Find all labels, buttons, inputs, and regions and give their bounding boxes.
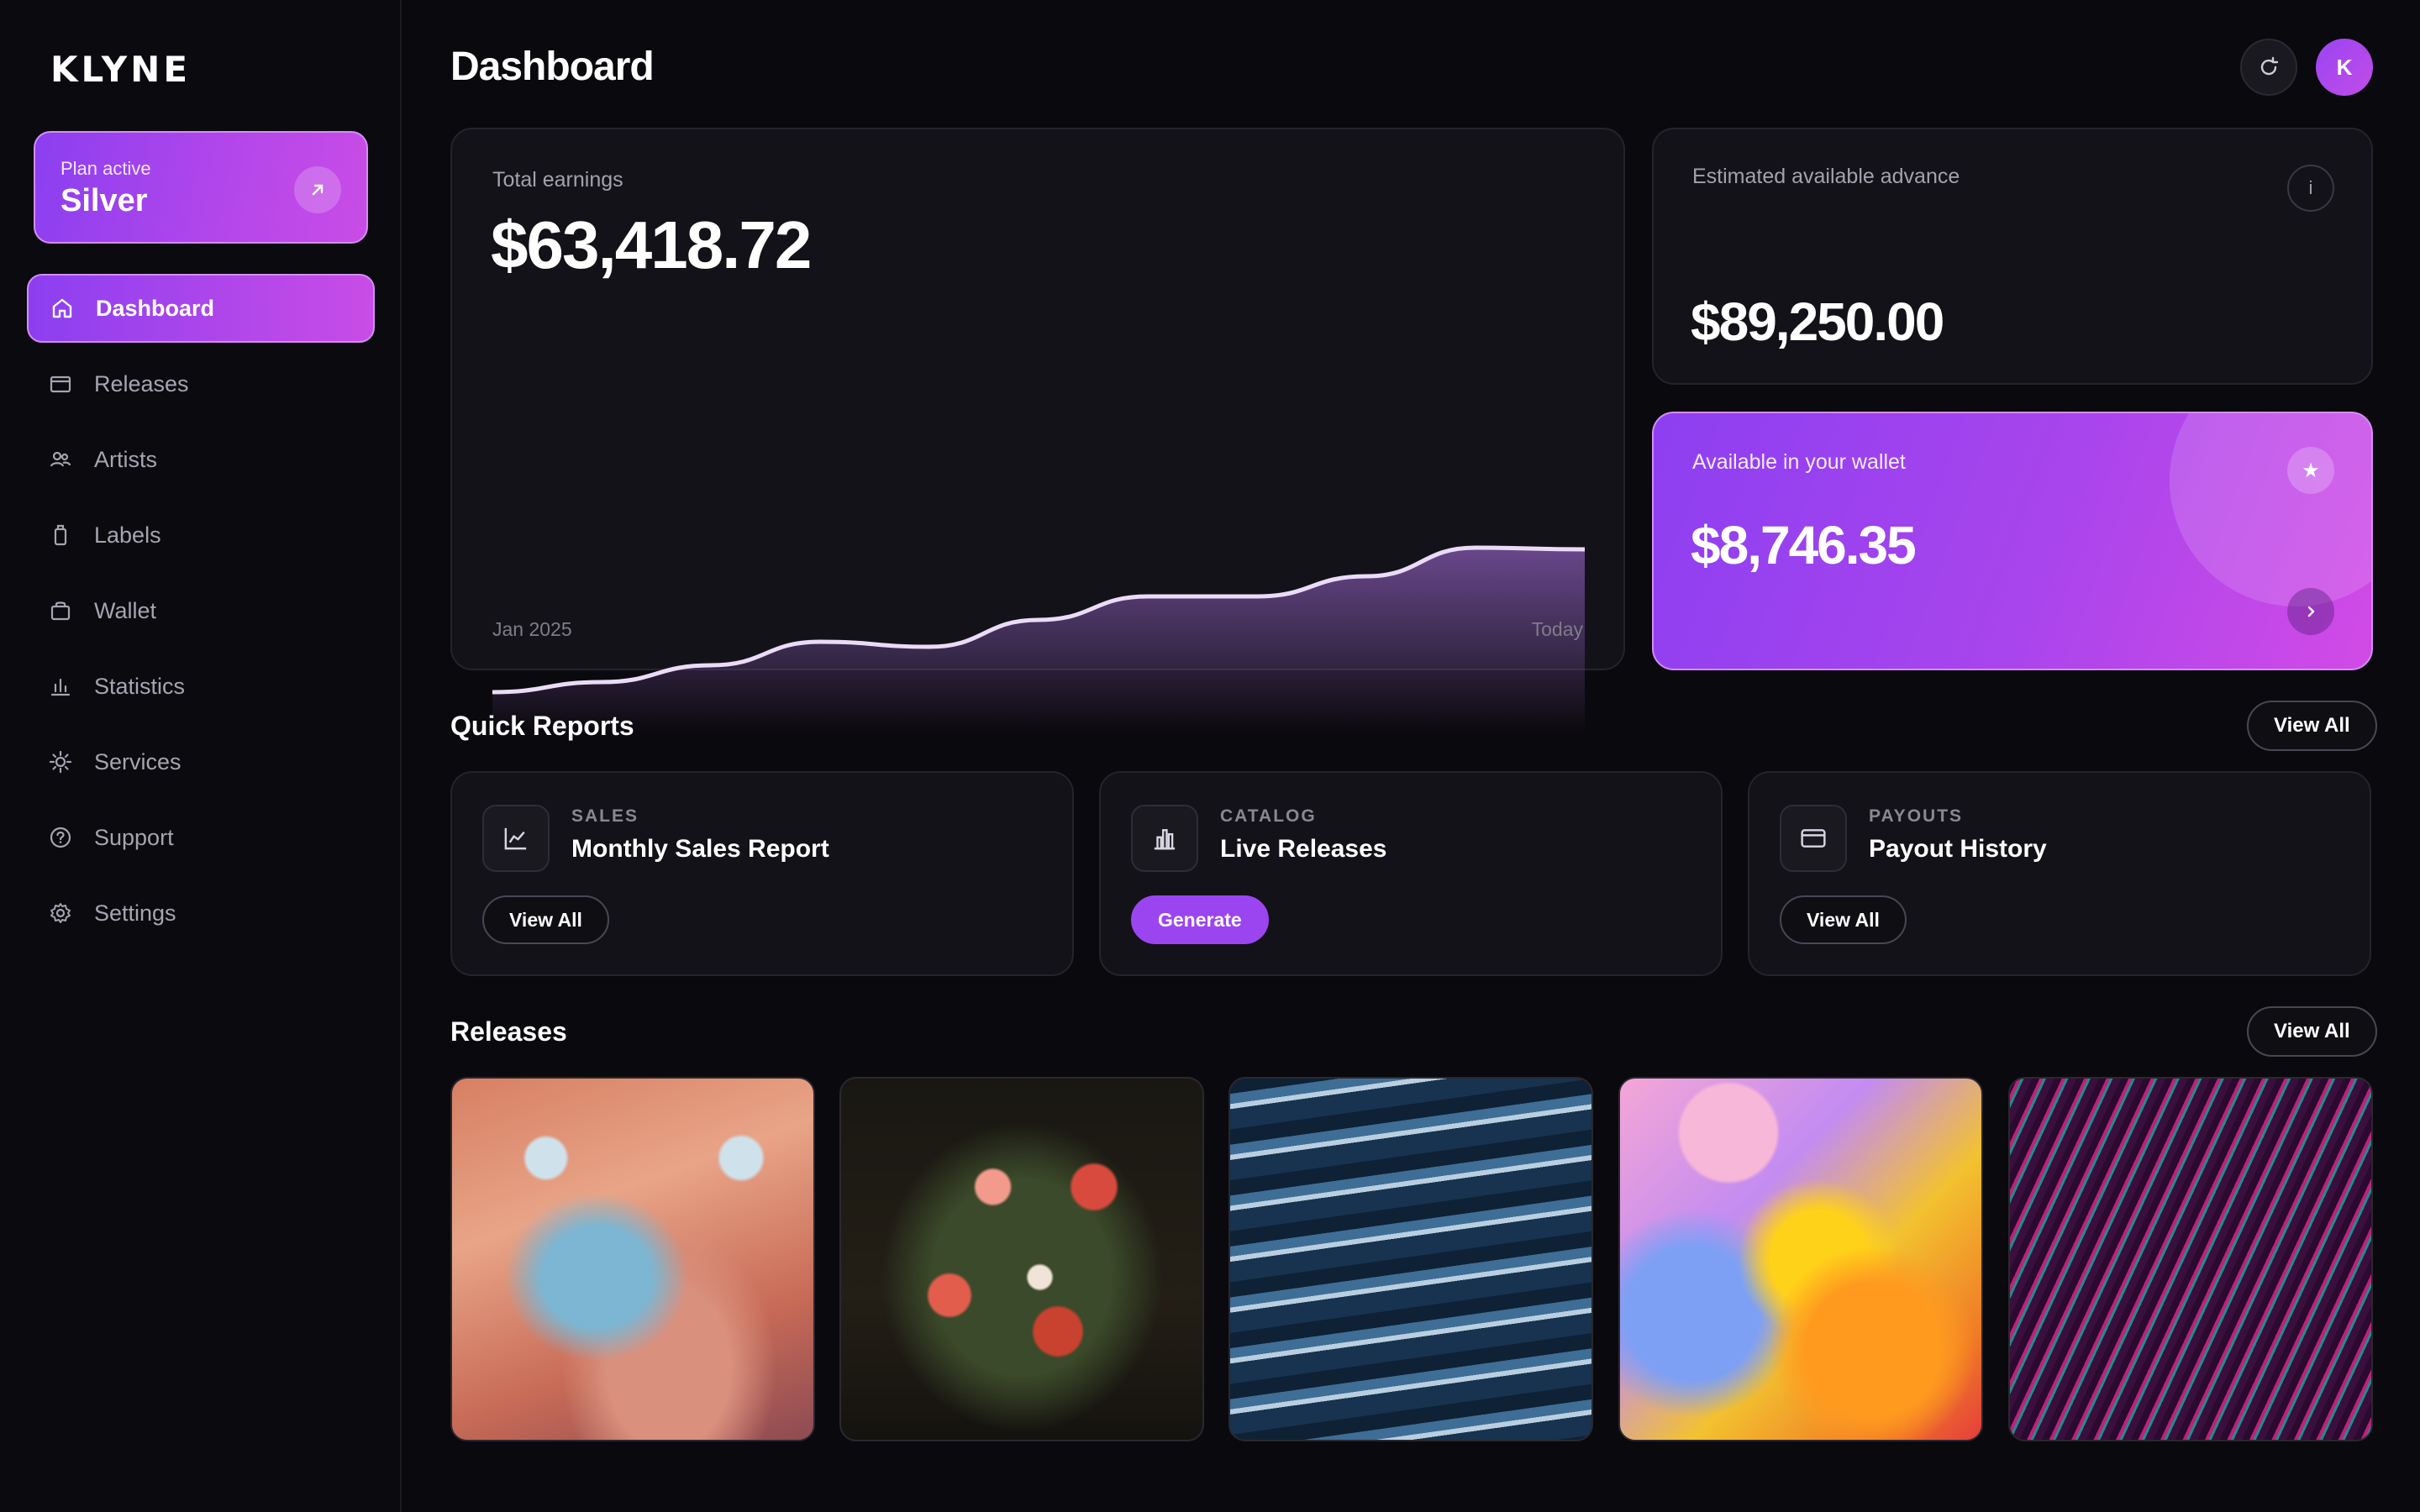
sidebar-item-label: Statistics (94, 673, 186, 699)
sidebar-item-releases[interactable]: Releases (27, 349, 375, 418)
plan-card[interactable]: Plan active Silver (34, 131, 368, 244)
release-cover[interactable] (1618, 1077, 1983, 1441)
earnings-label: Total earnings (492, 168, 623, 192)
wallet-card[interactable]: Available in your wallet ★ $8,746.35 (1652, 412, 2373, 670)
wallet-icon (49, 599, 72, 622)
advance-value: $89,250.00 (1691, 291, 1944, 352)
label-icon (49, 523, 72, 547)
sidebar-item-label: Services (94, 748, 182, 774)
release-icon (49, 372, 72, 396)
wallet-value: $8,746.35 (1691, 515, 1917, 575)
arrow-up-right-icon[interactable] (294, 166, 341, 213)
sidebar-item-label: Labels (94, 522, 161, 548)
report-card-payouts: PAYOUTS Payout History View All (1748, 771, 2371, 976)
plan-name: Silver (60, 183, 148, 218)
report-category: PAYOUTS (1869, 806, 1964, 826)
sidebar-item-label: Dashboard (96, 295, 215, 321)
info-icon[interactable]: i (2287, 165, 2334, 212)
user-avatar[interactable]: K (2316, 39, 2373, 96)
page-title: Dashboard (450, 45, 655, 89)
sidebar-item-wallet[interactable]: Wallet (27, 576, 375, 645)
bar-chart-icon (49, 675, 72, 698)
sun-icon (49, 750, 72, 774)
credit-card-icon (1780, 805, 1847, 872)
wallet-label: Available in your wallet (1692, 450, 1906, 474)
sidebar-item-labels[interactable]: Labels (27, 501, 375, 570)
payouts-view-all-button[interactable]: View All (1780, 895, 1907, 944)
chart-area-fill (492, 548, 1585, 734)
users-icon (49, 448, 72, 471)
report-title: Live Releases (1220, 835, 1387, 863)
sidebar-item-label: Wallet (94, 597, 157, 623)
sidebar: KLYNE Plan active Silver Dashboard Relea… (0, 0, 402, 1512)
release-cover[interactable] (1228, 1077, 1593, 1441)
chart-axis-end-label: Today (1531, 618, 1583, 640)
home-icon (50, 297, 74, 320)
generate-button[interactable]: Generate (1131, 895, 1269, 944)
quick-reports-view-all-button[interactable]: View All (2247, 701, 2377, 751)
chart-axis-start-label: Jan 2025 (492, 618, 572, 640)
quick-reports-title: Quick Reports (450, 711, 634, 741)
bar-chart-icon (1131, 805, 1198, 872)
app-root: KLYNE Plan active Silver Dashboard Relea… (0, 0, 2420, 1512)
refresh-button[interactable] (2240, 39, 2297, 96)
gear-icon (49, 901, 72, 925)
refresh-icon (2260, 56, 2279, 76)
sales-view-all-button[interactable]: View All (482, 895, 609, 944)
report-category: CATALOG (1220, 806, 1317, 826)
help-icon (49, 826, 72, 849)
line-chart-icon (482, 805, 550, 872)
release-cover[interactable] (450, 1077, 815, 1441)
sidebar-item-support[interactable]: Support (27, 803, 375, 872)
report-card-sales: SALES Monthly Sales Report View All (450, 771, 1074, 976)
app-logo[interactable]: KLYNE (50, 49, 191, 90)
sidebar-item-label: Settings (94, 900, 176, 926)
sidebar-item-settings[interactable]: Settings (27, 879, 375, 948)
report-title: Payout History (1869, 835, 2047, 863)
sidebar-item-artists[interactable]: Artists (27, 425, 375, 494)
chevron-right-icon[interactable] (2287, 588, 2334, 635)
sidebar-item-label: Support (94, 824, 174, 850)
sidebar-item-services[interactable]: Services (27, 727, 375, 796)
sidebar-nav: Dashboard Releases Artists Labels Wallet… (27, 274, 375, 954)
earnings-area-chart (492, 545, 1585, 734)
star-icon[interactable]: ★ (2287, 447, 2334, 494)
report-title: Monthly Sales Report (571, 835, 829, 863)
releases-title: Releases (450, 1016, 567, 1047)
release-cover[interactable] (839, 1077, 1204, 1441)
total-earnings-card: Total earnings $63,418.72 Jan 2025 Today (450, 128, 1625, 734)
wallet-decor-circle (2170, 413, 2371, 606)
plan-label: Plan active (60, 158, 151, 179)
sidebar-item-label: Artists (94, 446, 158, 472)
report-card-catalog: CATALOG Live Releases Generate (1099, 771, 1723, 976)
sidebar-item-statistics[interactable]: Statistics (27, 652, 375, 721)
estimated-advance-card: Estimated available advance i $89,250.00 (1652, 128, 2373, 385)
advance-label: Estimated available advance (1692, 165, 1960, 188)
release-cover[interactable] (2008, 1077, 2373, 1441)
sidebar-item-label: Releases (94, 370, 189, 396)
releases-view-all-button[interactable]: View All (2247, 1006, 2377, 1057)
earnings-value: $63,418.72 (491, 207, 812, 282)
sidebar-item-dashboard[interactable]: Dashboard (27, 274, 375, 343)
report-category: SALES (571, 806, 639, 826)
